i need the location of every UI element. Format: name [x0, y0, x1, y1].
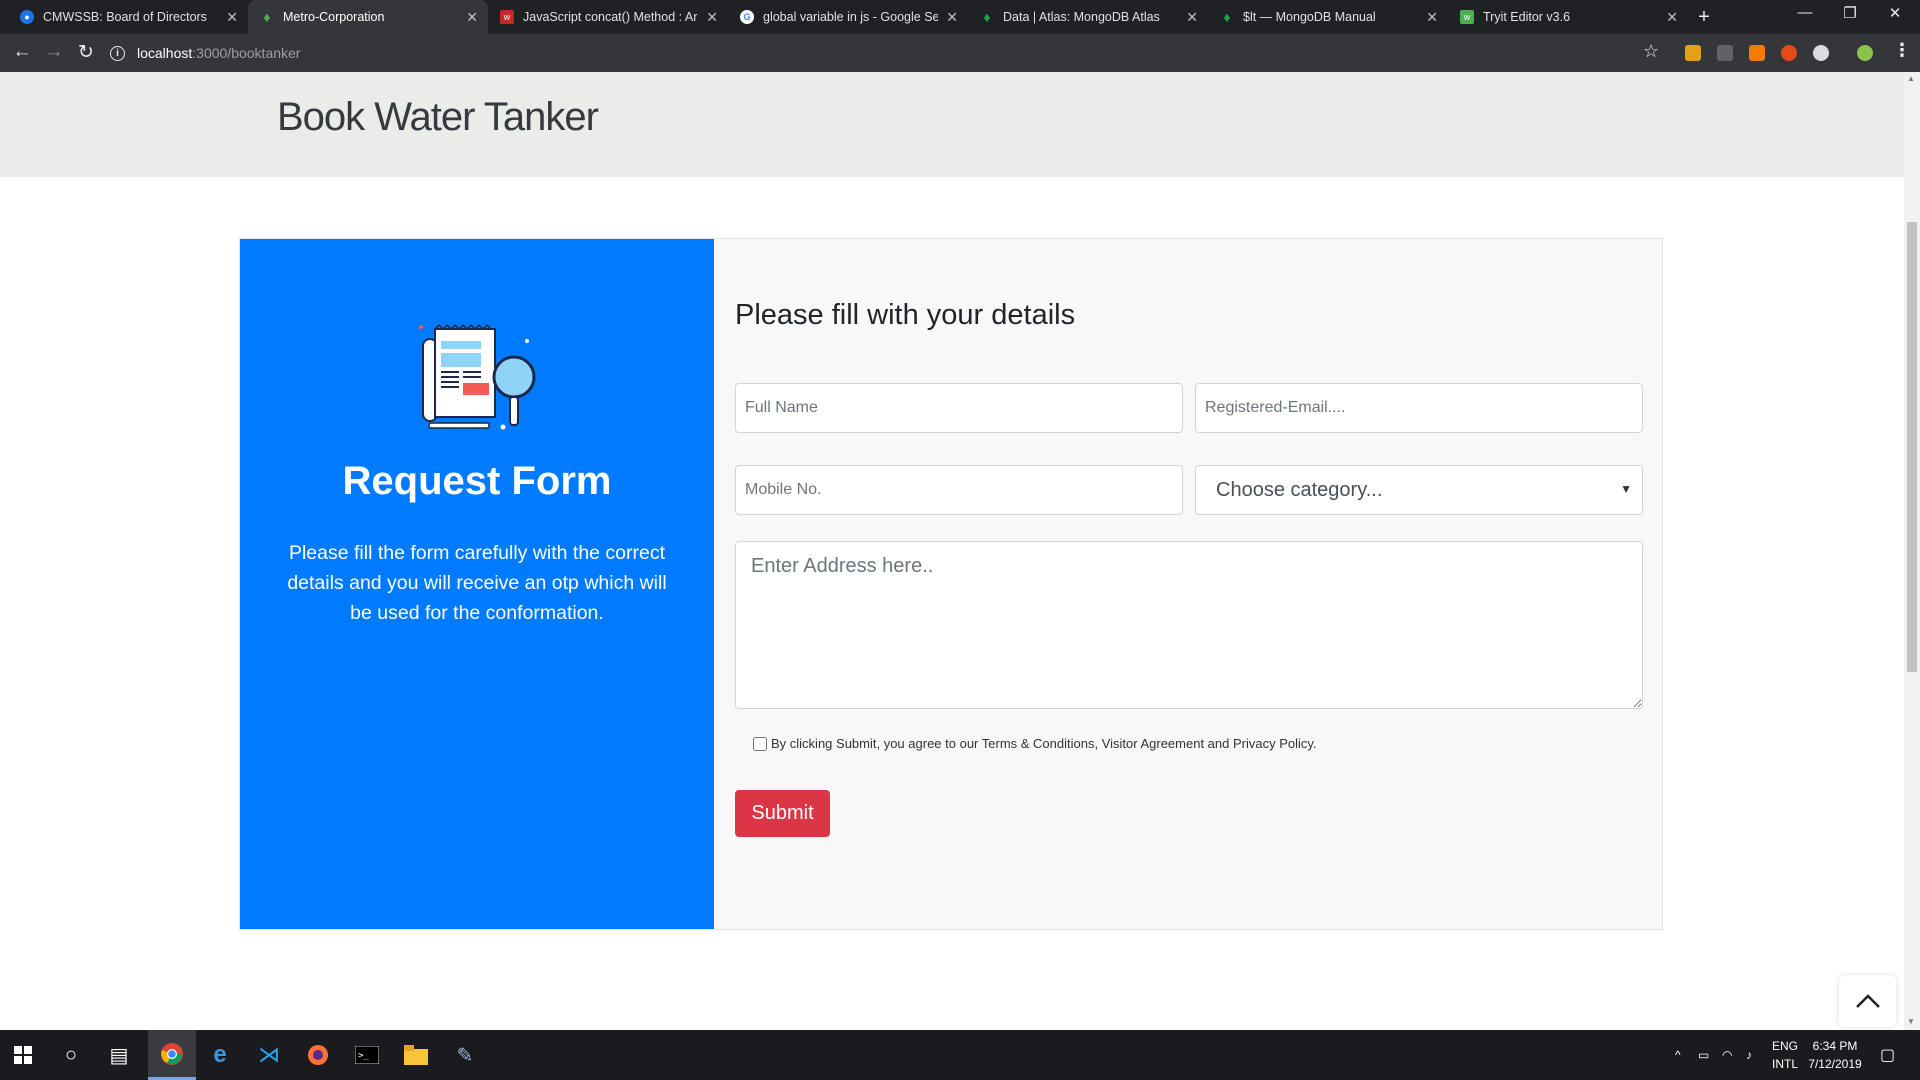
form-title: Please fill with your details — [735, 299, 1076, 331]
address-bar[interactable]: i localhost:3000/booktanker — [110, 39, 1660, 67]
tab-title: Data | Atlas: MongoDB Atlas — [1003, 10, 1160, 24]
tab-title: $lt — MongoDB Manual — [1243, 10, 1376, 24]
chevron-up-icon — [1855, 994, 1880, 1008]
edge-icon[interactable]: e — [205, 1040, 235, 1070]
back-icon[interactable]: ← — [10, 41, 34, 63]
page-header: Book Water Tanker — [0, 72, 1904, 177]
url-path: :3000/booktanker — [192, 45, 301, 61]
tab-title: JavaScript concat() Method : Arra — [523, 10, 699, 24]
task-view-icon[interactable]: ▤ — [104, 1040, 134, 1070]
scroll-up-arrow-icon[interactable]: ▲ — [1907, 74, 1915, 83]
scroll-to-top-button[interactable] — [1839, 975, 1896, 1027]
chrome-menu-icon[interactable]: ⋮ — [1893, 40, 1911, 61]
terms-agreement: By clicking Submit, you agree to our Ter… — [753, 736, 1317, 751]
file-explorer-icon[interactable] — [401, 1040, 431, 1070]
page-scrollbar[interactable]: ▲ ▼ — [1904, 72, 1920, 1030]
new-tab-button[interactable]: + — [1693, 6, 1715, 29]
close-icon[interactable]: ✕ — [1426, 9, 1438, 26]
submit-button[interactable]: Submit — [735, 790, 830, 837]
close-window-icon[interactable]: ✕ — [1880, 4, 1910, 22]
firefox-icon[interactable] — [303, 1040, 333, 1070]
minimize-icon[interactable]: — — [1790, 4, 1820, 21]
forward-icon[interactable]: → — [42, 41, 66, 63]
extension-icon[interactable] — [1749, 45, 1765, 61]
windows-start-icon[interactable] — [8, 1040, 38, 1070]
battery-icon[interactable]: ▭ — [1698, 1030, 1709, 1080]
chrome-taskbar-icon[interactable] — [148, 1030, 196, 1080]
tab-metro-corporation[interactable]: ♦ Metro-Corporation ✕ — [248, 0, 488, 34]
paint-icon[interactable]: ✎ — [450, 1040, 480, 1070]
category-select-value: Choose category... — [1216, 478, 1383, 501]
search-icon[interactable]: ○ — [56, 1040, 86, 1070]
scroll-down-arrow-icon[interactable]: ▼ — [1907, 1017, 1915, 1026]
close-icon[interactable]: ✕ — [946, 9, 958, 26]
wifi-icon[interactable]: ◠ — [1722, 1030, 1732, 1080]
windows-taskbar: ○ ▤ e ⋊ >_ ✎ ^ ▭ ◠ ♪ ENG INTL 6:34 PM 7/… — [0, 1030, 1920, 1080]
url-host: localhost — [137, 45, 193, 61]
page-title: Book Water Tanker — [277, 95, 599, 139]
request-form-panel: Request Form Please fill the form carefu… — [240, 239, 714, 929]
google-icon: G — [740, 10, 754, 24]
tab-tryit-editor[interactable]: w Tryit Editor v3.6 ✕ — [1448, 0, 1688, 34]
tab-title: Metro-Corporation — [283, 10, 385, 24]
scrollbar-thumb[interactable] — [1907, 222, 1917, 672]
close-icon[interactable]: ✕ — [1186, 9, 1198, 26]
tray-overflow-icon[interactable]: ^ — [1675, 1030, 1681, 1080]
dropdown-arrow-icon: ▼ — [1620, 482, 1632, 496]
address-textarea[interactable] — [735, 541, 1643, 709]
close-icon[interactable]: ✕ — [466, 9, 478, 26]
close-icon[interactable]: ✕ — [706, 9, 718, 26]
restore-icon[interactable]: ❐ — [1835, 4, 1865, 22]
mobile-input[interactable] — [735, 465, 1183, 515]
full-name-input[interactable] — [735, 383, 1183, 433]
terms-checkbox[interactable] — [753, 736, 767, 751]
globe-icon: ● — [20, 10, 34, 24]
bookmark-star-icon[interactable]: ☆ — [1643, 41, 1659, 62]
system-clock[interactable]: 6:34 PM 7/12/2019 — [1795, 1037, 1875, 1073]
clock-date: 7/12/2019 — [1808, 1057, 1862, 1071]
extension-wallet-icon[interactable] — [1685, 45, 1701, 61]
close-icon[interactable]: ✕ — [1666, 9, 1678, 26]
newspaper-magnifier-icon — [419, 323, 536, 430]
volume-icon[interactable]: ♪ — [1746, 1030, 1752, 1080]
request-form-description: Please fill the form carefully with the … — [287, 542, 667, 624]
leaf-icon: ♦ — [1223, 9, 1231, 25]
tab-mongodb-atlas[interactable]: ♦ Data | Atlas: MongoDB Atlas ✕ — [968, 0, 1208, 34]
svg-text:>_: >_ — [358, 1051, 369, 1061]
request-form-title: Request Form — [342, 459, 612, 503]
extension-icon[interactable] — [1781, 45, 1797, 61]
tab-google-search[interactable]: G global variable in js - Google Sea ✕ — [728, 0, 968, 34]
tab-javascript-concat[interactable]: w JavaScript concat() Method : Arra ✕ — [488, 0, 728, 34]
tab-title: global variable in js - Google Sea — [763, 10, 939, 24]
avatar[interactable] — [1857, 45, 1873, 61]
tab-title: Tryit Editor v3.6 — [1483, 10, 1571, 24]
reload-icon[interactable]: ↻ — [74, 41, 98, 64]
browser-tab-strip: ● CMWSSB: Board of Directors ✕ ♦ Metro-C… — [0, 0, 1920, 34]
tab-title: CMWSSB: Board of Directors — [43, 10, 207, 24]
w3-icon: w — [500, 10, 514, 24]
category-select[interactable]: Choose category... ▼ — [1195, 465, 1643, 515]
clock-time: 6:34 PM — [1812, 1039, 1858, 1053]
request-form-card: Request Form Please fill the form carefu… — [239, 238, 1663, 930]
terms-text: By clicking Submit, you agree to our Ter… — [771, 736, 1317, 751]
notifications-icon[interactable]: ▢ — [1880, 1030, 1895, 1080]
browser-toolbar: ← → ↻ i localhost:3000/booktanker ☆ ⋮ — [0, 34, 1920, 72]
email-field[interactable] — [1195, 383, 1643, 433]
info-icon[interactable]: i — [110, 45, 125, 61]
w3-icon: w — [1460, 10, 1474, 24]
tab-mongodb-manual[interactable]: ♦ $lt — MongoDB Manual ✕ — [1208, 0, 1448, 34]
page-content: Book Water Tanker Request Form Please fi… — [0, 72, 1904, 1030]
leaf-icon: ♦ — [263, 9, 271, 25]
close-icon[interactable]: ✕ — [226, 9, 238, 26]
tab-cmwssb[interactable]: ● CMWSSB: Board of Directors ✕ — [8, 0, 248, 34]
leaf-icon: ♦ — [983, 9, 991, 25]
extension-icon[interactable] — [1717, 45, 1733, 61]
extension-gear-icon[interactable] — [1813, 45, 1829, 61]
terminal-icon[interactable]: >_ — [352, 1040, 382, 1070]
vscode-icon[interactable]: ⋊ — [254, 1040, 284, 1070]
